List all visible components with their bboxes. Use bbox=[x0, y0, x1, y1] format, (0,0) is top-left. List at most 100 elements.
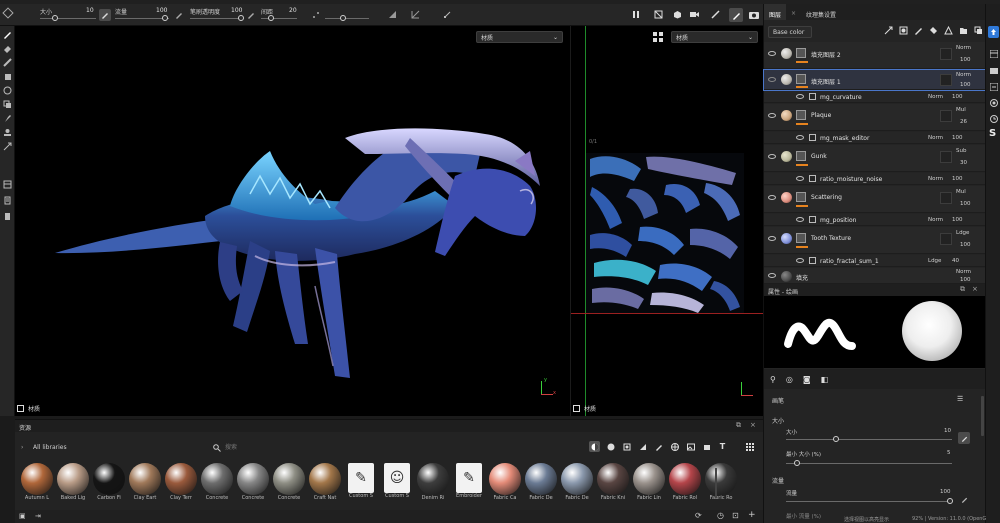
visibility-icon[interactable] bbox=[768, 195, 776, 200]
blend-mode[interactable]: Sub bbox=[956, 148, 966, 154]
effect-opacity[interactable]: 100 bbox=[952, 176, 963, 182]
flow-slider-knob[interactable] bbox=[162, 15, 168, 21]
angle-slider[interactable] bbox=[325, 18, 369, 19]
filter-smart-materials-icon[interactable] bbox=[605, 441, 616, 452]
spacing-slider[interactable] bbox=[261, 18, 297, 19]
opacity-value[interactable]: 100 bbox=[231, 7, 242, 14]
paint-brush-icon[interactable] bbox=[3, 30, 12, 39]
filter-masks-icon[interactable] bbox=[621, 441, 632, 452]
layer-opacity[interactable]: 100 bbox=[960, 277, 971, 283]
add-anchor-icon[interactable] bbox=[944, 26, 953, 35]
cube-icon[interactable] bbox=[673, 10, 682, 19]
min-size-slider-knob[interactable] bbox=[794, 460, 800, 466]
search-input[interactable] bbox=[225, 441, 575, 454]
camera-view-icon[interactable] bbox=[654, 10, 663, 19]
add-asset-icon[interactable]: + bbox=[748, 510, 756, 520]
blend-mode[interactable]: Norm bbox=[928, 217, 943, 223]
history-icon[interactable]: ◷ bbox=[717, 511, 724, 520]
size-value[interactable]: 10 bbox=[944, 428, 951, 434]
properties-scrollbar[interactable] bbox=[981, 396, 984, 436]
visibility-icon[interactable] bbox=[768, 113, 776, 118]
pen-pressure-flow-button[interactable] bbox=[958, 493, 970, 505]
effect-opacity[interactable]: 100 bbox=[952, 94, 963, 100]
asset-thumbnail[interactable]: Craft Nat bbox=[307, 463, 343, 501]
environment-icon[interactable] bbox=[990, 99, 998, 107]
blend-mode[interactable]: Mul bbox=[956, 189, 966, 195]
mask-thumbnail[interactable] bbox=[796, 192, 806, 202]
export-icon[interactable] bbox=[3, 196, 12, 205]
visibility-icon[interactable] bbox=[796, 176, 804, 181]
pause-icon[interactable] bbox=[633, 11, 640, 18]
library-breadcrumb[interactable]: All libraries bbox=[33, 444, 67, 451]
measure-icon[interactable] bbox=[3, 142, 12, 151]
symmetry-icon[interactable] bbox=[312, 11, 320, 19]
layer-row[interactable]: Gunk Sub 30 bbox=[764, 145, 986, 172]
flow-value[interactable]: 100 bbox=[940, 489, 951, 495]
filter-environments-icon[interactable] bbox=[685, 441, 696, 452]
visibility-icon[interactable] bbox=[796, 217, 804, 222]
blend-mode[interactable]: Norm bbox=[956, 269, 971, 275]
uv-grid-icon[interactable] bbox=[653, 32, 663, 42]
effect-opacity[interactable]: 100 bbox=[952, 135, 963, 141]
asset-scrollbar[interactable] bbox=[715, 468, 717, 498]
flow-slider[interactable] bbox=[115, 18, 169, 19]
asset-thumbnail[interactable]: Concrete bbox=[271, 463, 307, 501]
display-settings-icon[interactable] bbox=[990, 67, 998, 75]
asset-thumbnail[interactable]: Fabric Ca bbox=[487, 463, 523, 501]
alignment-icon[interactable] bbox=[411, 10, 420, 19]
lazy-mouse-icon[interactable] bbox=[388, 10, 397, 19]
tab-texture-set[interactable]: 纹理集设置 bbox=[801, 4, 841, 20]
min-size-value[interactable]: 5 bbox=[947, 450, 951, 456]
visibility-icon[interactable] bbox=[796, 135, 804, 140]
close-icon[interactable]: × bbox=[972, 285, 978, 293]
viewport-settings-icon[interactable] bbox=[573, 404, 580, 412]
blend-mode[interactable]: Ldge bbox=[956, 230, 969, 236]
asset-thumbnail[interactable]: Denim Ri bbox=[415, 463, 451, 501]
history-icon[interactable] bbox=[990, 83, 998, 91]
clock-icon[interactable] bbox=[990, 115, 998, 123]
filter-fonts-icon[interactable]: T bbox=[717, 441, 728, 452]
size-value[interactable]: 10 bbox=[86, 7, 94, 14]
mask-effect-row[interactable]: mg_position Norm 100 bbox=[764, 214, 986, 226]
effect-opacity[interactable]: 100 bbox=[952, 217, 963, 223]
flow-slider[interactable] bbox=[786, 501, 952, 502]
chevron-right-icon[interactable]: › bbox=[21, 444, 23, 451]
layer-opacity[interactable]: 100 bbox=[960, 201, 971, 207]
mask-thumbnail[interactable] bbox=[796, 110, 806, 120]
visibility-icon[interactable] bbox=[768, 236, 776, 241]
layer-row[interactable]: Tooth Texture Ldge 100 bbox=[764, 227, 986, 254]
mask-effect-row[interactable]: mg_curvature Norm 100 bbox=[764, 91, 986, 103]
brush-tool-icon[interactable] bbox=[2, 7, 14, 19]
blend-mode[interactable]: Norm bbox=[956, 72, 971, 78]
visibility-icon[interactable] bbox=[768, 51, 776, 56]
stamp-icon[interactable] bbox=[3, 128, 12, 137]
asset-settings-icon[interactable]: ▣ bbox=[19, 512, 26, 520]
float-panel-icon[interactable]: ⧉ bbox=[736, 421, 741, 430]
color-picker-icon[interactable] bbox=[3, 114, 12, 123]
blend-mode[interactable]: Norm bbox=[928, 176, 943, 182]
asset-thumbnail[interactable]: Concrete bbox=[235, 463, 271, 501]
viewport-3d[interactable]: 材质 ⌄ y x 材质 bbox=[15, 26, 570, 416]
smudge-icon[interactable] bbox=[3, 86, 12, 95]
add-mask-icon[interactable] bbox=[899, 26, 908, 35]
asset-thumbnail[interactable]: Fabric Lin bbox=[631, 463, 667, 501]
duplicate-icon[interactable] bbox=[974, 26, 983, 35]
shelf-icon[interactable] bbox=[990, 50, 998, 58]
opacity-slider-knob[interactable] bbox=[238, 15, 244, 21]
blend-mode[interactable]: Ldge bbox=[928, 258, 941, 264]
layer-opacity[interactable]: 100 bbox=[960, 242, 971, 248]
blend-mode[interactable]: Norm bbox=[956, 45, 971, 51]
asset-thumbnail[interactable]: Fabric Rol bbox=[667, 463, 703, 501]
mask-effect-row[interactable]: ratio_moisture_noise Norm 100 bbox=[764, 173, 986, 185]
screenshot-icon[interactable] bbox=[749, 10, 759, 19]
add-effect-icon[interactable] bbox=[884, 26, 893, 35]
layer-row[interactable]: Scattering Mul 100 bbox=[764, 186, 986, 213]
pen-pressure-size-button[interactable] bbox=[99, 9, 111, 21]
filter-textures-icon[interactable] bbox=[669, 441, 680, 452]
asset-thumbnail[interactable]: Clay Terr bbox=[163, 463, 199, 501]
add-paint-layer-icon[interactable] bbox=[914, 26, 923, 35]
asset-thumbnail[interactable]: Autumn L bbox=[19, 463, 55, 501]
close-icon[interactable]: × bbox=[750, 421, 756, 429]
bake-tool-icon[interactable] bbox=[3, 180, 12, 189]
blend-mode[interactable]: Norm bbox=[928, 94, 943, 100]
